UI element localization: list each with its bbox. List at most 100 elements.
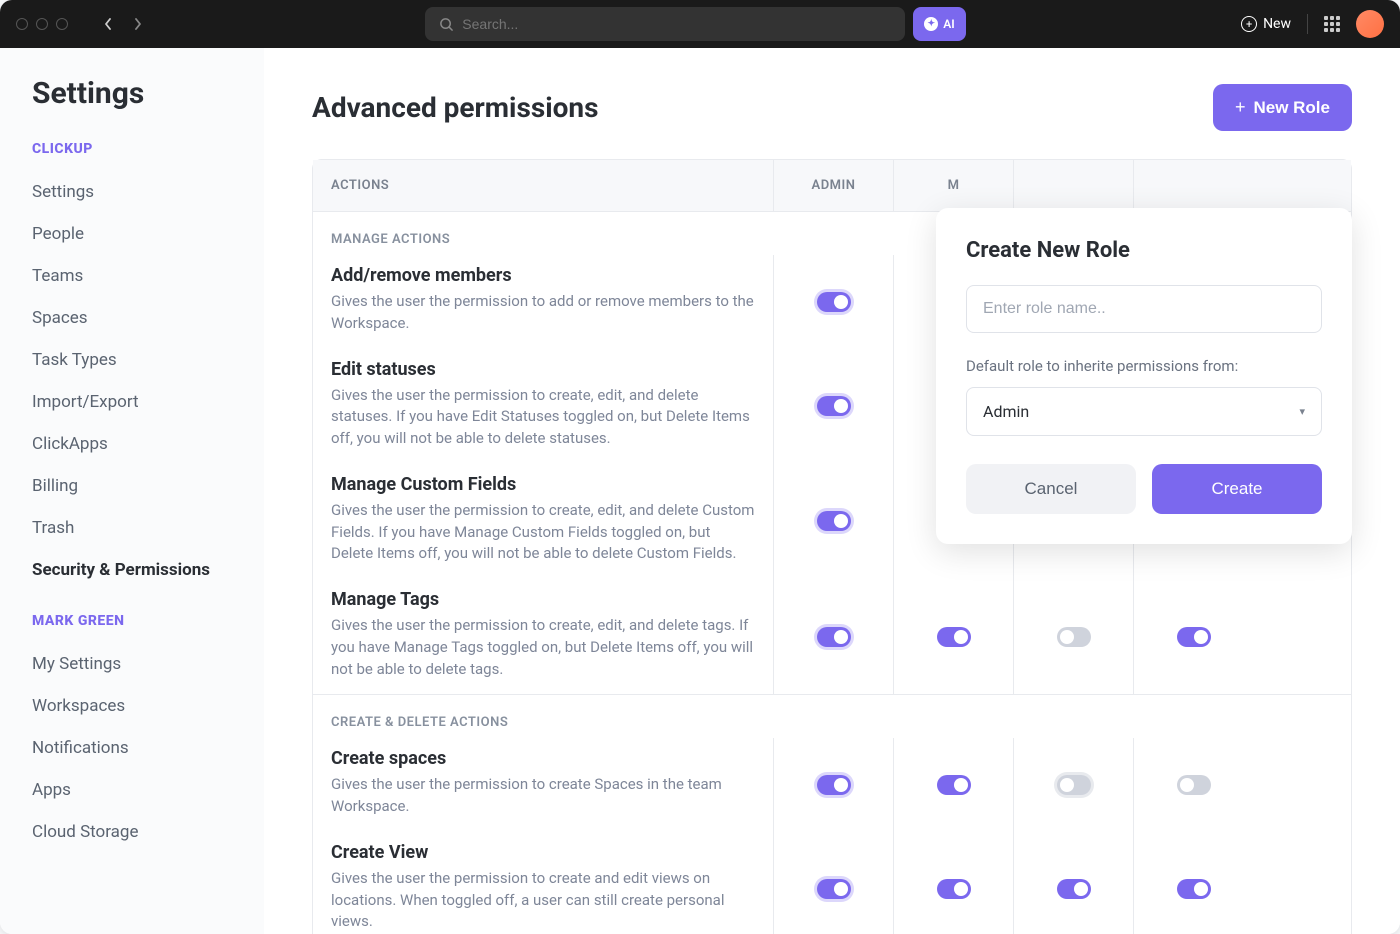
permission-toggle[interactable] — [1177, 879, 1211, 899]
group-label: CREATE & DELETE ACTIONS — [313, 695, 1351, 738]
nav-forward[interactable] — [126, 12, 150, 36]
ai-sparkle-icon: ✦ — [924, 17, 938, 31]
cancel-button[interactable]: Cancel — [966, 464, 1136, 514]
user-avatar[interactable] — [1356, 10, 1384, 38]
sidebar-item-apps[interactable]: Apps — [32, 769, 264, 811]
app-window: ✦ AI + New Settings CLICKUP SettingsPeop… — [0, 0, 1400, 934]
topbar: ✦ AI + New — [0, 0, 1400, 48]
select-value: Admin — [983, 402, 1029, 421]
permission-row: Create spaces Gives the user the permissi… — [313, 738, 1351, 832]
sidebar-title: Settings — [32, 76, 264, 111]
permission-title: Manage Custom Fields — [331, 474, 755, 495]
permission-desc: Edit statuses Gives the user the permissi… — [313, 349, 773, 464]
toggle-cell — [893, 579, 1013, 694]
minimize-window[interactable] — [36, 18, 48, 30]
sidebar-section-2: My SettingsWorkspacesNotificationsAppsCl… — [32, 643, 264, 853]
sidebar-item-cloud-storage[interactable]: Cloud Storage — [32, 811, 264, 853]
toggle-cell — [773, 579, 893, 694]
create-button[interactable]: Create — [1152, 464, 1322, 514]
sidebar-item-workspaces[interactable]: Workspaces — [32, 685, 264, 727]
toggle-cell — [893, 738, 1013, 832]
permission-title: Create spaces — [331, 748, 755, 769]
sidebar-section-1: SettingsPeopleTeamsSpacesTask TypesImpor… — [32, 171, 264, 591]
settings-sidebar: Settings CLICKUP SettingsPeopleTeamsSpac… — [0, 48, 264, 934]
sidebar-item-my-settings[interactable]: My Settings — [32, 643, 264, 685]
sidebar-item-settings[interactable]: Settings — [32, 171, 264, 213]
chevron-down-icon: ▾ — [1299, 405, 1305, 418]
permission-desc: Manage TagsGives the user the permission… — [313, 579, 773, 694]
sidebar-item-clickapps[interactable]: ClickApps — [32, 423, 264, 465]
new-role-label: New Role — [1253, 98, 1330, 118]
permission-toggle[interactable] — [817, 396, 851, 416]
permission-toggle[interactable] — [817, 627, 851, 647]
permission-toggle[interactable] — [937, 879, 971, 899]
permission-title: Edit statuses — [331, 359, 755, 380]
permission-description: Gives the user the permission to create,… — [331, 500, 755, 565]
maximize-window[interactable] — [56, 18, 68, 30]
new-button[interactable]: + New — [1241, 16, 1291, 32]
nav-back[interactable] — [96, 12, 120, 36]
permission-description: Gives the user the permission to create,… — [331, 385, 755, 450]
col-header-actions: ACTIONS — [313, 160, 773, 211]
permission-toggle[interactable] — [937, 627, 971, 647]
col-header-role-1: M — [893, 160, 1013, 211]
section-label-clickup: CLICKUP — [32, 141, 264, 157]
chevron-left-icon — [104, 18, 112, 30]
sidebar-item-people[interactable]: People — [32, 213, 264, 255]
permission-toggle[interactable] — [817, 775, 851, 795]
table-header: ACTIONS ADMIN M — [313, 160, 1351, 212]
plus-circle-icon: + — [1241, 16, 1257, 32]
new-label: New — [1263, 16, 1291, 32]
permission-toggle[interactable] — [1177, 775, 1211, 795]
toggle-cell — [773, 738, 893, 832]
permission-desc: Create spaces Gives the user the permissi… — [313, 738, 773, 832]
permission-toggle[interactable] — [1057, 879, 1091, 899]
main-content: Advanced permissions + New Role ACTIONS … — [264, 48, 1400, 934]
permission-description: Gives the user the permission to create … — [331, 868, 755, 933]
ai-label: AI — [943, 17, 954, 31]
sidebar-item-task-types[interactable]: Task Types — [32, 339, 264, 381]
permission-desc: Add/remove membersGives the user the per… — [313, 255, 773, 349]
toggle-cell — [773, 832, 893, 934]
col-header-role-0: ADMIN — [773, 160, 893, 211]
traffic-lights — [16, 18, 68, 30]
permission-title: Create View — [331, 842, 755, 863]
toggle-cell — [1133, 832, 1253, 934]
toggle-cell — [773, 349, 893, 464]
sidebar-item-teams[interactable]: Teams — [32, 255, 264, 297]
new-role-button[interactable]: + New Role — [1213, 84, 1352, 131]
toggle-cell — [893, 832, 1013, 934]
inherit-role-select[interactable]: Admin ▾ — [966, 387, 1322, 436]
sidebar-item-billing[interactable]: Billing — [32, 465, 264, 507]
toggle-cell — [1013, 738, 1133, 832]
permission-description: Gives the user the permission to create … — [331, 774, 755, 818]
permission-toggle[interactable] — [1057, 627, 1091, 647]
toggle-cell — [773, 464, 893, 579]
search-icon — [439, 17, 454, 32]
permission-toggle[interactable] — [1057, 775, 1091, 795]
search-box[interactable] — [425, 7, 905, 41]
sidebar-item-notifications[interactable]: Notifications — [32, 727, 264, 769]
toggle-cell — [773, 255, 893, 349]
permission-title: Manage Tags — [331, 589, 755, 610]
permission-toggle[interactable] — [937, 775, 971, 795]
permission-toggle[interactable] — [1177, 627, 1211, 647]
section-label-user: MARK GREEN — [32, 613, 264, 629]
sidebar-item-spaces[interactable]: Spaces — [32, 297, 264, 339]
permission-desc: Manage Custom Fields Gives the user the p… — [313, 464, 773, 579]
page-title: Advanced permissions — [312, 91, 599, 124]
sidebar-item-trash[interactable]: Trash — [32, 507, 264, 549]
permission-toggle[interactable] — [817, 292, 851, 312]
popover-title: Create New Role — [966, 238, 1322, 263]
chevron-right-icon — [134, 18, 142, 30]
apps-menu-icon[interactable] — [1324, 16, 1340, 32]
permission-toggle[interactable] — [817, 511, 851, 531]
toggle-cell — [1013, 832, 1133, 934]
sidebar-item-security-permissions[interactable]: Security & Permissions — [32, 549, 264, 591]
sidebar-item-import-export[interactable]: Import/Export — [32, 381, 264, 423]
search-input[interactable] — [462, 16, 891, 32]
close-window[interactable] — [16, 18, 28, 30]
ai-button[interactable]: ✦ AI — [913, 7, 965, 41]
permission-toggle[interactable] — [817, 879, 851, 899]
role-name-input[interactable] — [966, 285, 1322, 333]
